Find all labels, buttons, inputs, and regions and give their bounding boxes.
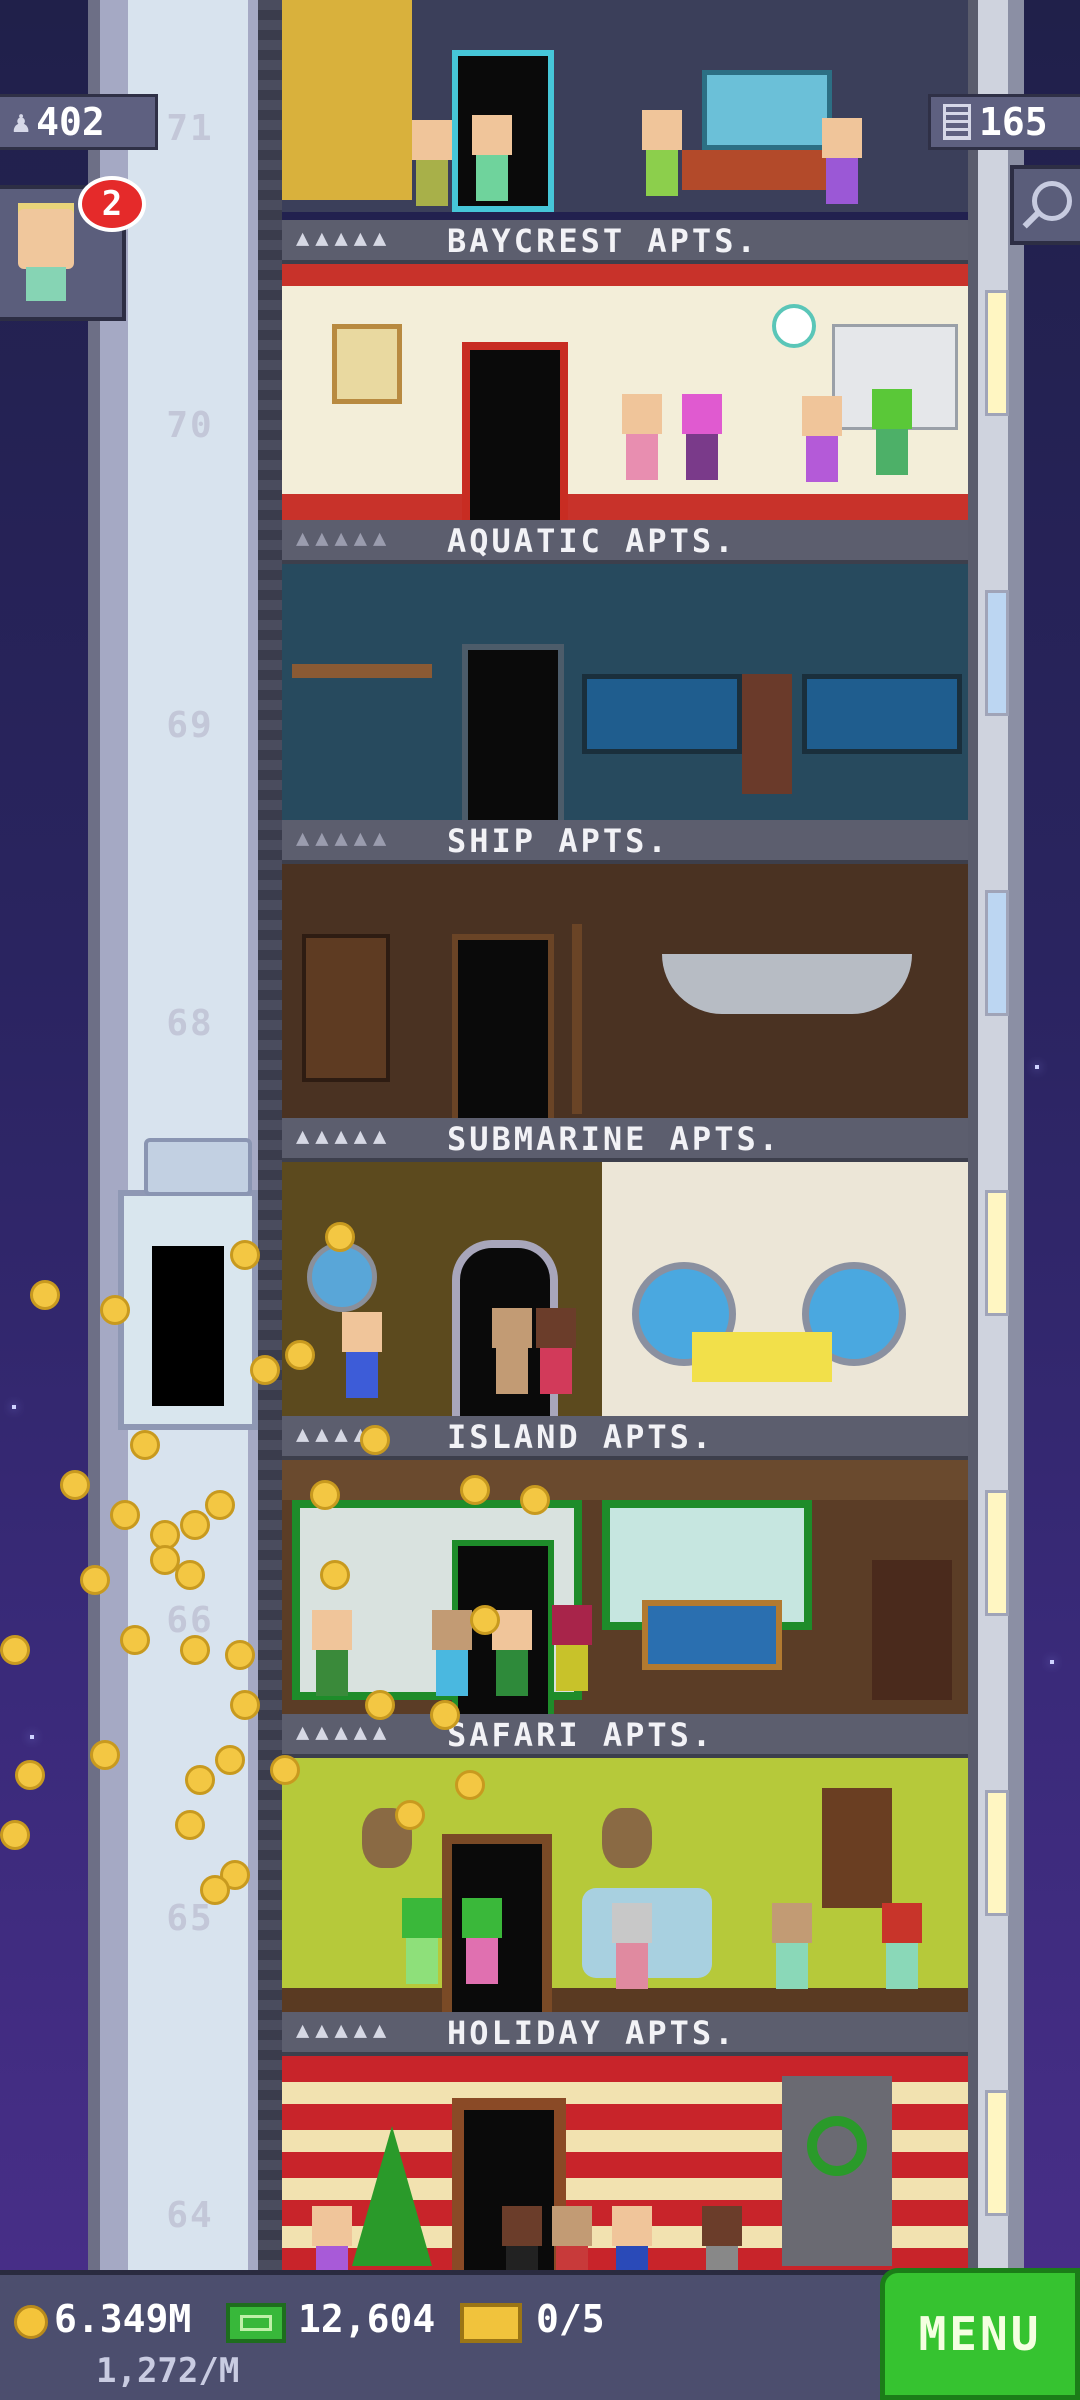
floor-holiday[interactable]: ▲▲▲▲▲ HOLIDAY APTS. [282, 2012, 970, 2270]
floor-label-bar: ▲▲▲▲▲ SHIP APTS. [282, 820, 970, 864]
floor-label-bar: ▲▲▲▲▲ BAYCREST APTS. [282, 220, 970, 264]
building-window [985, 1190, 1009, 1316]
floor-baycrest[interactable]: ▲▲▲▲▲ BAYCREST APTS. [282, 220, 970, 520]
floor-label-bar: ▲▲▲▲▲ AQUATIC APTS. [282, 520, 970, 564]
floor-submarine[interactable]: ▲▲▲▲▲ SUBMARINE APTS. [282, 1118, 970, 1418]
building-window [985, 290, 1009, 416]
tickets-value: 0/5 [536, 2297, 605, 2341]
menu-button[interactable]: MENU [880, 2268, 1080, 2400]
floor-number-68: 68 [166, 1003, 214, 1044]
tv-screen [702, 70, 832, 150]
ship-beam [572, 924, 582, 1114]
ticket-icon [460, 2303, 522, 2343]
floor-name: SHIP APTS. [447, 822, 670, 860]
elevator-car[interactable] [118, 1138, 258, 1430]
coins-value: 6.349M [54, 2297, 192, 2341]
floor-aquatic[interactable]: ▲▲▲▲▲ AQUATIC APTS. [282, 520, 970, 820]
floor-number-69: 69 [166, 705, 214, 746]
floor-top-partial[interactable] [282, 0, 970, 220]
floor-counter[interactable]: 165 [928, 94, 1080, 150]
building-window [985, 1790, 1009, 1916]
bux-value: 12,604 [298, 2297, 436, 2341]
elevator-car-top [144, 1138, 252, 1196]
floor-name: BAYCREST APTS. [447, 222, 759, 260]
porthole [307, 1242, 377, 1312]
coin-icon [14, 2305, 48, 2339]
bed [642, 1600, 782, 1670]
person-icon: ♟ [12, 104, 31, 140]
floor-island[interactable]: ▲▲▲▲▲ ISLAND APTS. [282, 1416, 970, 1716]
hammock [662, 954, 912, 1014]
coins-rate: 1,272/M [96, 2351, 240, 2391]
floor-door [452, 934, 554, 1120]
floor-label-bar: ▲▲▲▲▲ HOLIDAY APTS. [282, 2012, 970, 2056]
search-button[interactable] [1010, 165, 1080, 245]
population-value: 402 [36, 100, 105, 144]
elevator-car-door [152, 1246, 224, 1406]
wall-painting [332, 324, 402, 404]
people-icons: ▲▲▲▲▲ [296, 2018, 393, 2043]
wreath [807, 2116, 867, 2176]
floor-name: HOLIDAY APTS. [447, 2014, 737, 2052]
floor-label-bar: ▲▲▲▲▲ SUBMARINE APTS. [282, 1118, 970, 1162]
spiral-staircase [282, 0, 412, 200]
building-window [985, 1490, 1009, 1616]
yellow-sofa [692, 1332, 832, 1382]
tower: ▲▲▲▲▲ BAYCREST APTS. ▲▲▲▲▲ AQUATIC APTS. [282, 0, 970, 2270]
search-icon-handle [1022, 211, 1040, 229]
tower-bux-icon [226, 2303, 286, 2343]
christmas-tree [352, 2126, 432, 2266]
avatar-body [26, 267, 66, 301]
people-icons: ▲▲▲▲▲ [296, 526, 393, 551]
people-icons: ▲▲▲▲▲ [296, 226, 393, 251]
aquarium-left [582, 674, 742, 754]
shutter [822, 1788, 892, 1908]
tribal-mask-right [602, 1808, 652, 1868]
floor-name: SUBMARINE APTS. [447, 1120, 781, 1158]
avatar [18, 209, 74, 269]
floor-number-70: 70 [166, 405, 214, 446]
elevator-rail [258, 0, 282, 2270]
people-icons: ▲▲▲▲▲ [296, 1720, 393, 1745]
floor-label-bar: ▲▲▲▲▲ SAFARI APTS. [282, 1714, 970, 1758]
building-window [985, 2090, 1009, 2216]
floor-ship[interactable]: ▲▲▲▲▲ SHIP APTS. [282, 820, 970, 1120]
building-icon [943, 104, 971, 140]
aquarium-right [802, 674, 962, 754]
floor-name: SAFARI APTS. [447, 1716, 715, 1754]
clock-icon [772, 304, 816, 348]
floor-number-64: 64 [166, 2195, 214, 2236]
floor-door [462, 644, 564, 820]
shelf [292, 664, 432, 678]
building-window [985, 590, 1009, 716]
floor-number-71: 71 [166, 108, 214, 149]
floor-safari[interactable]: ▲▲▲▲▲ SAFARI APTS. [282, 1714, 970, 2014]
people-icons: ▲▲▲▲▲ [296, 826, 393, 851]
notification-badge: 2 [78, 176, 146, 232]
floor-name: ISLAND APTS. [447, 1418, 715, 1456]
floor-count-value: 165 [979, 100, 1048, 144]
floor-name: AQUATIC APTS. [447, 522, 737, 560]
wardrobe [872, 1560, 952, 1700]
population-counter[interactable]: ♟ 402 [0, 94, 158, 150]
bookshelf [302, 934, 390, 1082]
floor-door [462, 342, 568, 520]
cabinet [742, 674, 792, 794]
people-icons: ▲▲▲▲▲ [296, 1124, 393, 1149]
building-window [985, 890, 1009, 1016]
